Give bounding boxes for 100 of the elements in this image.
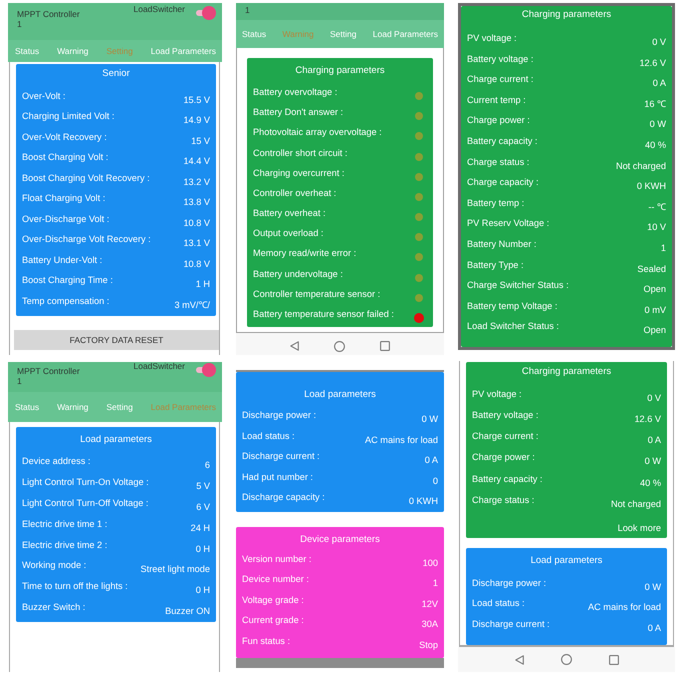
header-subtitle: 1 — [17, 20, 22, 29]
parameter-label: Had put number : — [242, 472, 313, 483]
parameter-label: Discharge current : — [242, 451, 320, 462]
parameter-label: Discharge power : — [242, 410, 316, 421]
tab[interactable]: Warning — [282, 29, 314, 39]
parameter-label: Discharge current : — [472, 618, 550, 630]
factory-reset-button[interactable]: FACTORY DATA RESET — [14, 330, 219, 350]
parameter-label: Discharge capacity : — [242, 492, 325, 504]
tab[interactable]: Warning — [57, 46, 88, 56]
parameter-label: Charging overcurrent : — [253, 168, 344, 179]
parameter-label: Over-Discharge Volt : — [22, 214, 110, 225]
parameter-label: Charge current : — [472, 431, 538, 442]
parameter-value: 15.5 V — [183, 95, 210, 106]
toggle-switch[interactable] — [196, 363, 216, 377]
parameter-value: 6 — [204, 460, 210, 471]
parameter-label: Charge Switcher Status : — [467, 280, 569, 292]
parameter-value: 0 W — [422, 414, 438, 425]
parameter-label: Over-Volt Recovery : — [22, 132, 107, 143]
toggle-switch[interactable] — [196, 6, 216, 20]
parameter-value: 0 KWH — [408, 496, 438, 508]
parameter-value: 1 — [432, 578, 438, 589]
parameter-value: 12.6 V — [634, 414, 661, 425]
parameter-value: 13.8 V — [183, 197, 210, 208]
card-title: Load parameters — [530, 554, 602, 566]
parameter-label: Load Switcher Status : — [467, 321, 559, 332]
parameter-label: Controller short circuit : — [253, 148, 348, 159]
parameter-label: Boost Charging Volt : — [22, 152, 108, 164]
parameter-label: Photovoltaic array overvoltage : — [253, 127, 382, 138]
parameter-value: 0 V — [647, 392, 661, 404]
parameter-label: Battery voltage : — [467, 54, 534, 65]
tab[interactable]: Status — [15, 46, 40, 56]
look-more-link[interactable]: Look more — [618, 523, 661, 534]
parameter-value: 6 V — [196, 502, 210, 513]
parameter-value: 14.4 V — [183, 156, 210, 168]
card-title: Senior — [102, 68, 130, 78]
parameter-label: Battery Type : — [467, 260, 524, 271]
parameter-value: 10.8 V — [183, 218, 210, 229]
parameter-label: Battery capacity : — [472, 474, 542, 485]
parameter-value: 5 V — [196, 480, 210, 492]
recents-icon[interactable] — [380, 341, 390, 351]
tab[interactable]: Warning — [57, 402, 88, 412]
parameter-label: Over-Volt : — [22, 91, 66, 102]
parameter-value: 0 V — [652, 37, 666, 48]
parameter-value: 0 A — [424, 455, 438, 466]
parameter-value: -- ℃ — [648, 202, 666, 213]
home-icon[interactable] — [334, 340, 345, 352]
parameter-label: Working mode : — [22, 560, 86, 572]
tab[interactable]: Setting — [330, 29, 356, 39]
parameter-label: Time to turn off the lights : — [22, 581, 128, 592]
parameter-label: Load status : — [472, 598, 525, 610]
parameter-value: 10 V — [647, 222, 666, 234]
parameter-label: Boost Charging Volt Recovery : — [22, 172, 150, 184]
parameter-value: Not charged — [616, 160, 666, 172]
parameter-value: Sealed — [637, 264, 666, 275]
parameter-value: 3 mV/℃/ — [174, 300, 210, 311]
parameter-value: Buzzer ON — [165, 606, 210, 618]
parameter-value: Stop — [419, 640, 438, 650]
parameter-value: Open — [644, 284, 666, 296]
parameter-label: Current temp : — [467, 94, 526, 106]
parameter-label: Version number : — [242, 554, 312, 564]
parameter-label: PV Reserv Voltage : — [467, 218, 550, 230]
back-icon[interactable] — [290, 341, 299, 351]
parameter-value: 0 mV — [644, 304, 666, 316]
parameter-value: 0 A — [648, 435, 661, 446]
card-title: Charging parameters — [295, 64, 385, 76]
tab[interactable]: Status — [242, 29, 266, 39]
parameter-value: 12V — [422, 598, 438, 610]
tab[interactable]: Load Parameters — [372, 29, 438, 39]
parameter-label: Charge current : — [467, 74, 534, 86]
parameter-label: Light Control Turn-Off Voltage : — [22, 498, 148, 509]
parameter-value: 30A — [422, 619, 438, 630]
parameter-value: Open — [644, 325, 666, 336]
card-title: Load parameters — [304, 388, 376, 400]
recents-icon[interactable] — [608, 654, 618, 664]
parameter-label: Battery temp Voltage : — [467, 300, 558, 312]
parameter-label: Boost Charging Time : — [22, 275, 113, 286]
parameter-label: Battery capacity : — [467, 136, 538, 147]
parameter-label: Over-Discharge Volt Recovery : — [22, 234, 151, 246]
parameter-label: Temp compensation : — [22, 296, 110, 307]
tab[interactable]: Setting — [106, 402, 133, 412]
tab[interactable]: Status — [15, 402, 40, 412]
tab[interactable]: Setting — [106, 46, 133, 56]
parameter-label: Charge status : — [467, 156, 530, 168]
parameter-value: 1 H — [196, 279, 210, 290]
parameter-value: 0 A — [648, 622, 661, 634]
parameter-label: Charge power : — [467, 115, 530, 126]
tab[interactable]: Load Parameters — [150, 46, 216, 56]
home-icon[interactable] — [560, 654, 572, 665]
app-title: MPPT Controller — [17, 367, 80, 376]
parameter-label: Voltage grade : — [242, 594, 304, 606]
card-title: Charging parameters — [522, 366, 612, 376]
card-title: Load parameters — [80, 434, 152, 444]
parameter-value: 15 V — [191, 136, 210, 147]
parameter-label: Controller temperature sensor : — [253, 288, 380, 300]
app-title: MPPT Controller — [17, 10, 80, 20]
parameter-label: Battery overheat : — [253, 208, 326, 220]
parameter-value: 16 ℃ — [644, 98, 666, 110]
tab[interactable]: Load Parameters — [150, 402, 216, 412]
parameter-value: 40 % — [640, 478, 661, 489]
back-icon[interactable] — [514, 654, 524, 664]
